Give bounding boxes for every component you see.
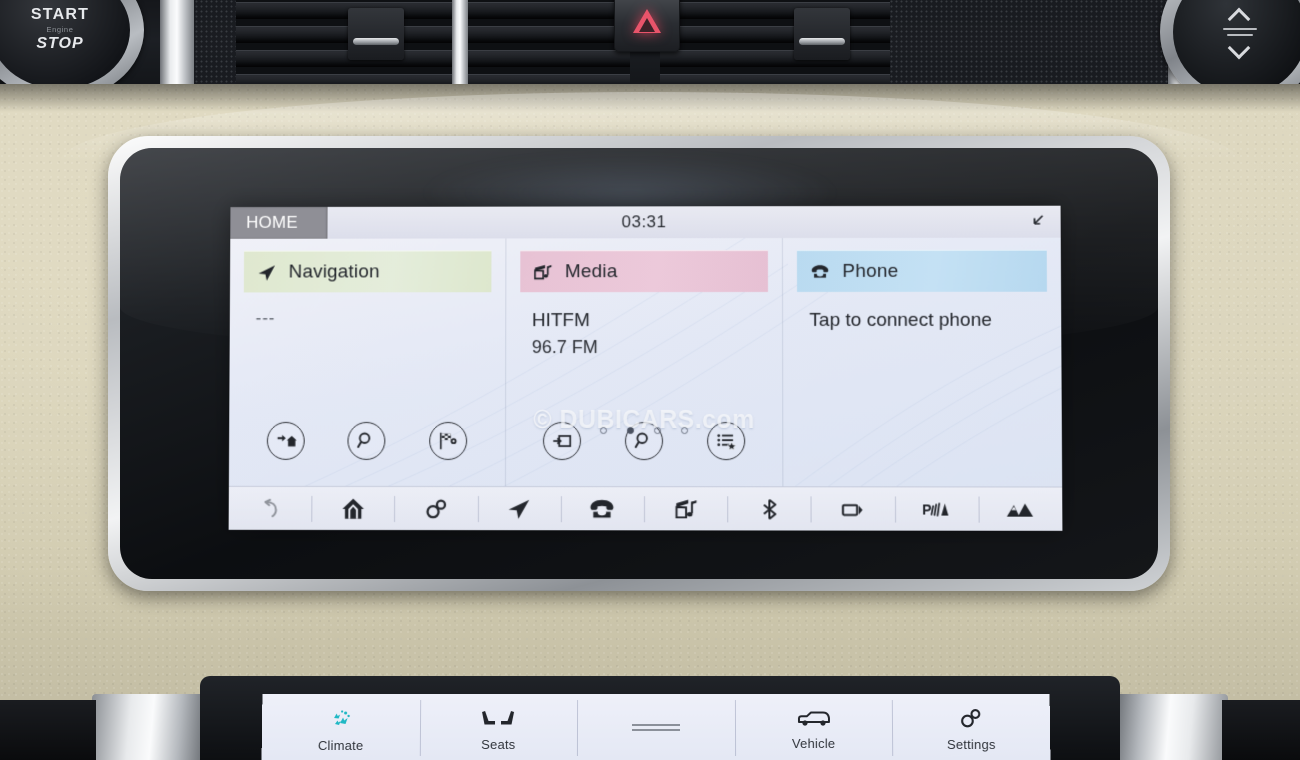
page-dot-active[interactable]: [626, 427, 634, 435]
page-dot[interactable]: [654, 427, 662, 435]
media-frequency: 96.7 FM: [531, 336, 598, 357]
phone-title: Phone: [842, 260, 899, 282]
navigation-arrow-icon[interactable]: [477, 487, 560, 531]
climate-label: Climate: [317, 737, 364, 754]
vent-adjuster-left[interactable]: [348, 8, 404, 60]
settings-button[interactable]: Settings: [892, 694, 1050, 760]
screen-navigation-bar: P: [228, 485, 1063, 531]
phone-panel-header[interactable]: Phone: [797, 249, 1047, 292]
hazard-warning-button[interactable]: [614, 0, 680, 52]
telephone-icon[interactable]: [561, 487, 644, 531]
panel-media[interactable]: Media HITFM 96.7 FM: [504, 238, 783, 487]
media-title: Media: [564, 260, 618, 282]
page-indicator[interactable]: [229, 427, 1062, 435]
navigation-status: ---: [255, 308, 276, 328]
seats-button[interactable]: Seats: [419, 694, 577, 760]
clock: 03:31: [621, 212, 667, 232]
air-vent-center: [470, 0, 630, 92]
screen-body: Navigation --- Media HITFM 96.7 FM Phone…: [229, 237, 1063, 487]
telephone-icon: [812, 264, 829, 278]
navigation-title: Navigation: [288, 260, 380, 282]
start-label: START: [30, 6, 90, 24]
console-chrome-left: [92, 694, 200, 760]
hazard-triangle-icon: [633, 9, 661, 33]
console-chrome-right: [1120, 694, 1228, 760]
page-dot[interactable]: [681, 427, 689, 435]
settings-label: Settings: [946, 736, 996, 753]
chevron-up-icon: [1227, 9, 1253, 22]
seats-icon: [482, 711, 515, 725]
air-vent-left: [236, 0, 486, 92]
home-panels: Navigation --- Media HITFM 96.7 FM Phone…: [229, 237, 1063, 487]
speaker-grille-right: [880, 0, 1180, 92]
vent-adjuster-right[interactable]: [794, 8, 850, 60]
chrome-trim-mid: [452, 0, 468, 92]
phone-content: Tap to connect phone: [809, 308, 1045, 334]
stop-label: STOP: [36, 35, 84, 53]
vehicle-button[interactable]: Vehicle: [735, 694, 893, 760]
page-dot[interactable]: [599, 427, 607, 435]
media-note-icon: [532, 261, 552, 283]
settings-gears-icon: [961, 709, 981, 728]
console-dark-left: [0, 700, 96, 760]
navigation-panel-header[interactable]: Navigation: [243, 250, 492, 293]
seats-label: Seats: [481, 736, 516, 753]
two-lines-icon: [631, 723, 681, 731]
back-icon[interactable]: [229, 486, 312, 530]
panel-navigation[interactable]: Navigation ---: [229, 238, 505, 486]
vehicle-car-icon: [797, 711, 830, 726]
divider-button[interactable]: [577, 694, 735, 760]
media-panel-header[interactable]: Media: [519, 250, 769, 293]
climate-airflow-icon: [333, 710, 350, 726]
center-console-photo: START Engine STOP HOME 03:31 Navigation …: [0, 0, 1300, 760]
camera-icon[interactable]: [811, 487, 895, 531]
svg-text:P: P: [922, 501, 931, 517]
chevron-down-icon: [1227, 42, 1253, 55]
home-icon[interactable]: [311, 486, 394, 530]
engine-label: Engine: [46, 24, 74, 34]
bluetooth-icon[interactable]: [727, 487, 811, 531]
collapse-arrow-icon[interactable]: [1026, 212, 1046, 232]
settings-gears-icon[interactable]: [394, 486, 477, 530]
navigation-content: ---: [256, 308, 489, 328]
console-dark-right: [1222, 700, 1300, 760]
media-note-icon[interactable]: [644, 487, 727, 531]
climate-button[interactable]: Climate: [262, 694, 420, 760]
infotainment-screen[interactable]: HOME 03:31 Navigation --- Media HITFM 96…: [228, 205, 1063, 531]
chrome-trim-left: [160, 0, 194, 92]
terrain-icon[interactable]: [978, 487, 1062, 531]
air-vent-right: [660, 0, 890, 92]
screen-header: HOME 03:31: [230, 205, 1061, 239]
panel-phone[interactable]: Phone Tap to connect phone: [782, 237, 1063, 487]
vehicle-label: Vehicle: [791, 735, 836, 752]
media-content: HITFM 96.7 FM: [532, 308, 767, 360]
media-station-name: HITFM: [531, 310, 590, 332]
phone-status: Tap to connect phone: [809, 309, 992, 331]
navigation-arrow-icon: [258, 264, 275, 281]
park-assist-icon[interactable]: P: [895, 487, 979, 531]
lower-touch-screen[interactable]: Climate Seats Vehicle Settings: [261, 694, 1051, 760]
